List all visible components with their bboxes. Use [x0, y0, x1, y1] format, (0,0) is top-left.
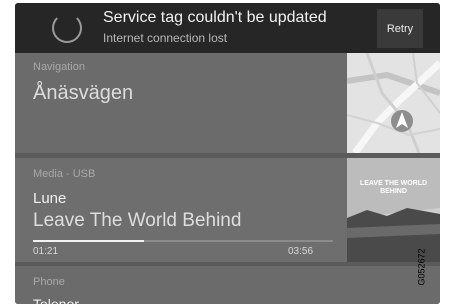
notification-bar: Service tag couldn't be updated Internet…: [15, 3, 440, 53]
phone-tile[interactable]: Phone Telenor: [15, 266, 440, 304]
media-label: Media - USB: [33, 168, 96, 180]
figure-code-text: G052672: [416, 248, 427, 286]
map-icon: [347, 53, 440, 153]
elapsed-time: 01:21: [33, 246, 59, 257]
figure-code: G052672: [417, 240, 437, 296]
total-time: 03:56: [288, 246, 314, 257]
playback-progress-fill: [33, 240, 144, 242]
playback-progress-bar[interactable]: [33, 240, 333, 242]
media-tile[interactable]: Media - USB Lune Leave The World Behind …: [15, 158, 347, 262]
media-artist: Lune: [33, 190, 67, 207]
navigation-street: Ånäsvägen: [33, 82, 134, 104]
navigation-label: Navigation: [33, 61, 85, 73]
navigation-tile[interactable]: Navigation Ånäsvägen: [15, 53, 347, 153]
media-track-title: Leave The World Behind: [33, 210, 242, 231]
album-art-text: LEAVE THE WORLD BEHIND: [359, 180, 428, 195]
notification-title: Service tag couldn't be updated: [103, 9, 327, 26]
center-display: Service tag couldn't be updated Internet…: [15, 3, 440, 304]
notification-subtitle: Internet connection lost: [103, 31, 228, 45]
map-thumbnail[interactable]: [347, 53, 440, 153]
retry-button[interactable]: Retry: [377, 9, 423, 48]
phone-operator: Telenor: [33, 296, 79, 304]
phone-label: Phone: [33, 276, 65, 288]
loading-spinner-icon: [52, 13, 82, 43]
